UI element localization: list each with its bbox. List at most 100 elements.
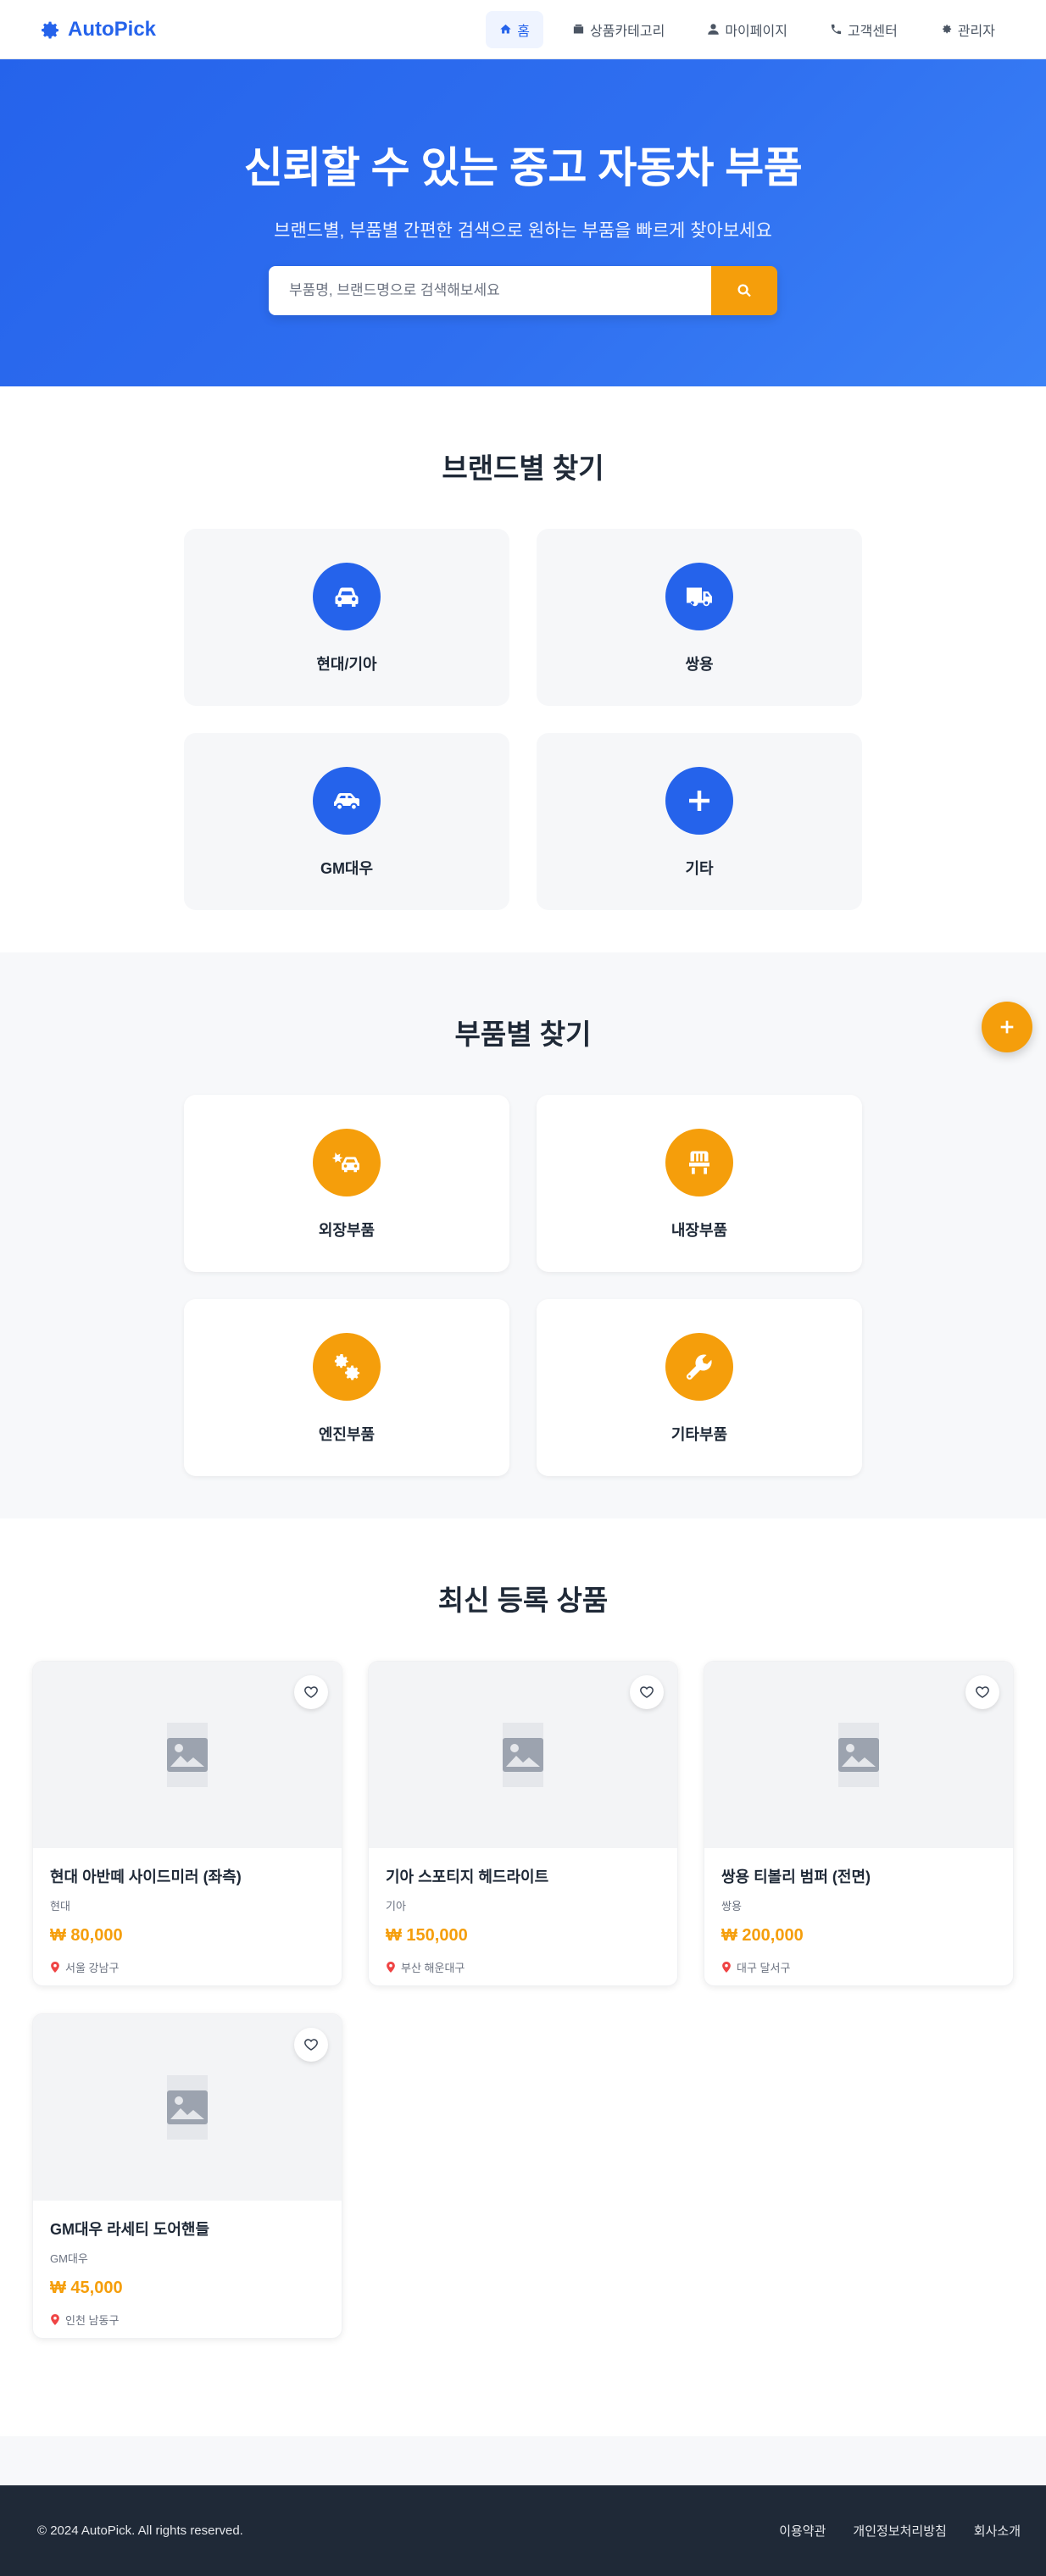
brand-icon-circle bbox=[665, 563, 733, 630]
parts-card-label: 외장부품 bbox=[318, 1222, 376, 1239]
image-placeholder-icon bbox=[503, 1723, 543, 1787]
image-placeholder-icon bbox=[167, 1723, 208, 1787]
product-location-text: 인천 남동구 bbox=[65, 2314, 120, 2327]
wrench-icon bbox=[686, 1354, 712, 1380]
product-location: 부산 해운대구 bbox=[386, 1959, 660, 1975]
product-card[interactable]: 기아 스포티지 헤드라이트 기아 ₩ 150,000 부산 해운대구 bbox=[368, 1661, 678, 1986]
product-location: 서울 강남구 bbox=[50, 1959, 325, 1975]
favorite-button[interactable] bbox=[294, 1675, 328, 1709]
gear-logo-icon bbox=[42, 21, 58, 38]
footer-link-about[interactable]: 회사소개 bbox=[974, 2522, 1021, 2540]
nav-item-support[interactable]: 고객센터 bbox=[816, 11, 911, 48]
product-info: GM대우 라세티 도어핸들 GM대우 ₩ 45,000 인천 남동구 bbox=[33, 2201, 342, 2328]
nav-item-label: 마이페이지 bbox=[725, 24, 787, 39]
nav-item-categories[interactable]: 상품카테고리 bbox=[559, 11, 678, 48]
product-image bbox=[33, 2014, 342, 2201]
parts-card-engine[interactable]: 엔진부품 bbox=[184, 1299, 509, 1476]
brand-icon-circle bbox=[313, 563, 381, 630]
parts-icon-circle bbox=[665, 1333, 733, 1401]
favorite-button[interactable] bbox=[965, 1675, 999, 1709]
brand-card-hyundai-kia[interactable]: 현대/기아 bbox=[184, 529, 509, 706]
section-spacer bbox=[0, 2436, 1046, 2485]
product-location: 인천 남동구 bbox=[50, 2312, 325, 2328]
favorite-button[interactable] bbox=[630, 1675, 664, 1709]
nav-item-label: 관리자 bbox=[957, 24, 995, 39]
brand-icon-circle bbox=[665, 767, 733, 835]
chair-icon bbox=[689, 1151, 709, 1174]
product-image bbox=[704, 1662, 1013, 1848]
parts-card-label: 엔진부품 bbox=[318, 1426, 376, 1443]
product-price: ₩ 45,000 bbox=[50, 2279, 123, 2297]
car-icon bbox=[335, 587, 359, 607]
footer-link-privacy[interactable]: 개인정보처리방침 bbox=[853, 2522, 946, 2540]
brand-logo[interactable]: AutoPick bbox=[37, 18, 156, 42]
location-pin-icon bbox=[51, 2314, 59, 2325]
car-crash-icon bbox=[331, 1152, 359, 1173]
image-placeholder-icon bbox=[167, 2075, 208, 2140]
hero-banner: 신뢰할 수 있는 중고 자동차 부품 브랜드별, 부품별 간편한 검색으로 원하… bbox=[0, 59, 1046, 386]
product-price: ₩ 150,000 bbox=[386, 1926, 468, 1945]
brand-card-gm-daewoo[interactable]: GM대우 bbox=[184, 733, 509, 910]
parts-section: 부품별 찾기 외장부품 내장부품 엔진부품 기타부품 bbox=[0, 952, 1046, 1518]
floating-add-button[interactable] bbox=[982, 1002, 1032, 1052]
product-location-text: 대구 달서구 bbox=[737, 1962, 791, 1974]
nav-item-mypage[interactable]: 마이페이지 bbox=[693, 11, 801, 48]
product-info: 현대 아반떼 사이드미러 (좌측) 현대 ₩ 80,000 서울 강남구 bbox=[33, 1848, 342, 1975]
favorite-button[interactable] bbox=[294, 2028, 328, 2062]
search-button[interactable] bbox=[711, 266, 777, 315]
main-nav: 홈 상품카테고리 마이페이지 고객센터 관리자 bbox=[486, 10, 1009, 48]
footer-link-terms[interactable]: 이용약관 bbox=[779, 2522, 826, 2540]
gear-icon bbox=[942, 25, 951, 34]
product-card[interactable]: GM대우 라세티 도어핸들 GM대우 ₩ 45,000 인천 남동구 bbox=[32, 2013, 342, 2339]
heart-icon bbox=[640, 1686, 654, 1698]
nav-item-home[interactable]: 홈 bbox=[486, 10, 543, 48]
product-location-text: 서울 강남구 bbox=[65, 1962, 120, 1974]
parts-card-exterior[interactable]: 외장부품 bbox=[184, 1095, 509, 1272]
product-location-text: 부산 해운대구 bbox=[401, 1962, 465, 1974]
brand-grid: 현대/기아 쌍용 GM대우 기타 bbox=[184, 529, 862, 910]
copyright-text: © 2024 AutoPick. All rights reserved. bbox=[37, 2523, 243, 2538]
parts-icon-circle bbox=[313, 1129, 381, 1196]
product-brand: 쌍용 bbox=[721, 1900, 742, 1913]
product-card[interactable]: 현대 아반떼 사이드미러 (좌측) 현대 ₩ 80,000 서울 강남구 bbox=[32, 1661, 342, 1986]
parts-card-label: 내장부품 bbox=[670, 1222, 728, 1239]
phone-icon bbox=[831, 24, 842, 35]
brand-card-label: 쌍용 bbox=[685, 656, 714, 673]
plus-icon bbox=[689, 791, 709, 811]
product-title: GM대우 라세티 도어핸들 bbox=[50, 2221, 210, 2238]
product-brand: 현대 bbox=[50, 1900, 70, 1913]
nav-item-label: 상품카테고리 bbox=[590, 24, 665, 39]
search-bar bbox=[269, 266, 777, 315]
search-icon bbox=[737, 284, 751, 297]
location-pin-icon bbox=[722, 1962, 731, 1973]
brand-card-label: GM대우 bbox=[320, 860, 374, 877]
parts-icon-circle bbox=[313, 1333, 381, 1401]
nav-item-label: 고객센터 bbox=[847, 24, 898, 39]
hero-title: 신뢰할 수 있는 중고 자동차 부품 bbox=[243, 144, 803, 192]
brand-card-ssangyong[interactable]: 쌍용 bbox=[537, 529, 862, 706]
parts-card-other[interactable]: 기타부품 bbox=[537, 1299, 862, 1476]
plus-icon bbox=[1000, 1020, 1014, 1034]
product-title: 쌍용 티볼리 범퍼 (전면) bbox=[721, 1868, 871, 1885]
brand-icon-circle bbox=[313, 767, 381, 835]
heart-icon bbox=[304, 1686, 318, 1698]
nav-item-admin[interactable]: 관리자 bbox=[926, 11, 1009, 48]
product-price: ₩ 200,000 bbox=[721, 1926, 804, 1945]
product-image bbox=[369, 1662, 677, 1848]
location-pin-icon bbox=[387, 1962, 395, 1973]
brand-card-other[interactable]: 기타 bbox=[537, 733, 862, 910]
parts-icon-circle bbox=[665, 1129, 733, 1196]
latest-section-title: 최신 등록 상품 bbox=[437, 1585, 609, 1616]
search-input[interactable] bbox=[269, 266, 711, 315]
brand-card-label: 현대/기아 bbox=[316, 656, 377, 673]
product-location: 대구 달서구 bbox=[721, 1959, 996, 1975]
heart-icon bbox=[304, 2039, 318, 2051]
product-info: 기아 스포티지 헤드라이트 기아 ₩ 150,000 부산 해운대구 bbox=[369, 1848, 677, 1975]
heart-icon bbox=[976, 1686, 989, 1698]
brand-card-label: 기타 bbox=[685, 860, 714, 877]
product-image bbox=[33, 1662, 342, 1848]
brand-section-title: 브랜드별 찾기 bbox=[442, 452, 604, 484]
product-card[interactable]: 쌍용 티볼리 범퍼 (전면) 쌍용 ₩ 200,000 대구 달서구 bbox=[704, 1661, 1014, 1986]
site-footer: © 2024 AutoPick. All rights reserved. 이용… bbox=[0, 2485, 1046, 2576]
parts-card-interior[interactable]: 내장부품 bbox=[537, 1095, 862, 1272]
